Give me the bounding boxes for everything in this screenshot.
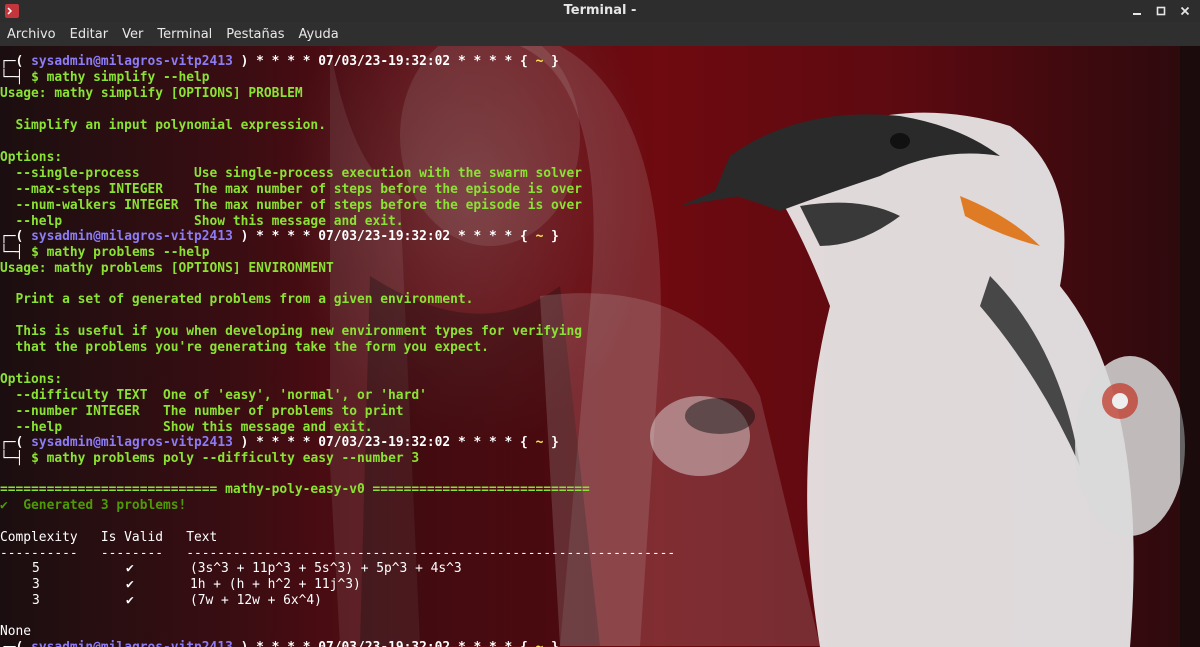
prompt-dollar: $ [31,451,39,466]
prompt-stars: ) * * * * [241,640,311,647]
close-icon [1180,6,1190,16]
prompt-user-host: sysadmin@milagros-vitp2413 [31,54,233,69]
prompt-datetime: 07/03/23-19:32:02 [318,435,451,450]
output-line: Usage: mathy problems [OPTIONS] ENVIRONM… [0,261,334,276]
menu-terminal[interactable]: Terminal [152,27,217,42]
prompt-bracket: ┌─( [0,54,24,69]
command-text: mathy problems --help [46,245,210,260]
prompt-bracket: ┌─( [0,640,23,647]
output-line: --difficulty TEXT One of 'easy', 'normal… [0,388,427,403]
output-line: --max-steps INTEGER The max number of st… [0,182,583,197]
output-line: This is useful if you when developing ne… [0,324,583,339]
command-text: mathy simplify --help [46,70,210,85]
prompt-user-host: sysadmin@milagros-vitp2413 [31,229,233,244]
prompt-line: ┌─( sysadmin@milagros-vitp2413 ) * * * *… [0,640,559,647]
valid-check-icon: ✔ [126,593,134,608]
prompt-line: ┌─( sysadmin@milagros-vitp2413 ) * * * *… [0,229,559,245]
output-line: --help Show this message and exit. [0,420,373,435]
menu-pestanas[interactable]: Pestañas [221,27,289,42]
prompt-bracket: └─┤ [0,451,24,466]
prompt-user-host: sysadmin@milagros-vitp2413 [31,435,233,450]
output-line: Simplify an input polynomial expression. [0,118,326,133]
command-line: └─┤ $ mathy problems --help [0,245,210,261]
menu-ayuda[interactable]: Ayuda [294,27,344,42]
prompt-brace: } [551,229,559,244]
prompt-stars: * * * * [457,229,513,244]
minimize-button[interactable] [1128,2,1146,20]
output-line: Options: [0,150,63,165]
prompt-datetime: 07/03/23-19:32:02 [318,54,451,69]
prompt-brace: { [520,640,528,647]
problem-text-cell: 1h + (h + h^2 + 11j^3) [190,577,361,592]
prompt-cwd: ~ [535,54,544,69]
prompt-brace: { [520,54,528,69]
prompt-stars: ) * * * * [240,229,311,244]
command-line: └─┤ $ mathy problems poly --difficulty e… [0,451,419,467]
prompt-cwd: ~ [536,640,544,647]
title-bar: Terminal - [0,0,1200,22]
prompt-bracket: └─┤ [0,245,24,260]
prompt-brace: } [551,435,559,450]
prompt-line: ┌─( sysadmin@milagros-vitp2413 ) * * * *… [0,435,559,451]
maximize-icon [1156,6,1166,16]
menu-archivo[interactable]: Archivo [2,27,61,42]
output-line: --single-process Use single-process exec… [0,166,583,181]
output-line: Print a set of generated problems from a… [0,292,474,307]
prompt-bracket: ┌─( [0,229,24,244]
valid-check-icon: ✔ [126,577,134,592]
close-button[interactable] [1176,2,1194,20]
problem-text-cell: (7w + 12w + 6x^4) [190,593,322,608]
window-title: Terminal - [563,3,637,18]
prompt-brace: { [520,435,528,450]
command-line: └─┤ $ mathy simplify --help [0,70,210,86]
output-line: None [0,624,32,639]
complexity-cell: 5 [32,561,40,576]
menu-editar[interactable]: Editar [65,27,114,42]
menu-ver[interactable]: Ver [117,27,148,42]
output-line: Options: [0,372,63,387]
prompt-stars: ) * * * * [240,435,311,450]
table-header: Complexity Is Valid Text [0,530,218,545]
prompt-user-host: sysadmin@milagros-vitp2413 [31,640,233,647]
complexity-cell: 3 [32,577,40,592]
output-line: --num-walkers INTEGER The max number of … [0,198,583,213]
table-rule: ---------- -------- --------------------… [0,546,676,561]
prompt-bracket: ┌─( [0,435,24,450]
prompt-stars: * * * * [457,435,513,450]
prompt-stars: * * * * [458,640,512,647]
output-line: Usage: mathy simplify [OPTIONS] PROBLEM [0,86,303,101]
command-text: mathy problems poly --difficulty easy --… [46,451,420,466]
generated-message: ✔ Generated 3 problems! [0,498,187,513]
problem-text-cell: (3s^3 + 11p^3 + 5s^3) + 5p^3 + 4s^3 [190,561,462,576]
prompt-brace: { [520,229,528,244]
prompt-datetime: 07/03/23-19:32:02 [318,229,451,244]
prompt-line: ┌─( sysadmin@milagros-vitp2413 ) * * * *… [0,54,559,70]
output-line: --help Show this message and exit. [0,214,404,229]
terminal-output[interactable]: ┌─( sysadmin@milagros-vitp2413 ) * * * *… [0,46,1200,647]
env-banner: ============================ mathy-poly-… [0,482,590,497]
minimize-icon [1133,13,1141,15]
complexity-cell: 3 [32,593,40,608]
prompt-stars: ) * * * * [240,54,311,69]
prompt-stars: * * * * [457,54,513,69]
prompt-cwd: ~ [535,229,544,244]
prompt-dollar: $ [31,245,39,260]
output-line: that the problems you're generating take… [0,340,489,355]
prompt-datetime: 07/03/23-19:32:02 [318,640,450,647]
prompt-brace: } [551,54,559,69]
valid-check-icon: ✔ [126,561,134,576]
menu-bar: Archivo Editar Ver Terminal Pestañas Ayu… [0,22,1200,46]
output-line: --number INTEGER The number of problems … [0,404,404,419]
maximize-button[interactable] [1152,2,1170,20]
prompt-dollar: $ [31,70,39,85]
prompt-brace: } [551,640,559,647]
prompt-cwd: ~ [535,435,544,450]
prompt-bracket: └─┤ [0,70,24,85]
